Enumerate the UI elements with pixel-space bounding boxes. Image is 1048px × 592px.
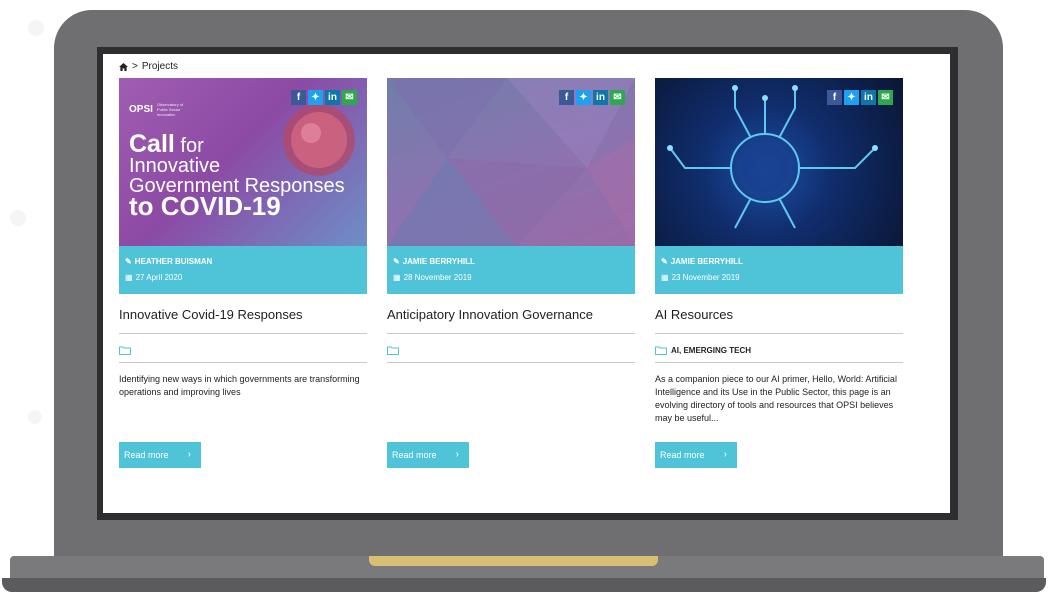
divider (387, 362, 635, 363)
background-dot (28, 410, 42, 424)
linkedin-icon[interactable]: in (861, 90, 876, 105)
card-image[interactable]: f ✦ in ✉ (655, 78, 903, 246)
headline-line: Innovative (129, 155, 221, 177)
card-meta: ✎ JAMIE BERRYHILL ▦ 28 November 2019 (387, 246, 635, 294)
card-title[interactable]: Anticipatory Innovation Governance (387, 307, 635, 323)
read-more-label: Read more (660, 450, 705, 460)
twitter-icon[interactable]: ✦ (308, 90, 323, 105)
card-excerpt (387, 373, 635, 433)
breadcrumb-separator: > (132, 61, 138, 72)
date-text: 23 November 2019 (671, 272, 740, 282)
divider (119, 333, 367, 334)
opsi-logo-text: OPSI (129, 104, 153, 115)
card-date: ▦ 23 November 2019 (655, 270, 903, 284)
folder-icon (387, 346, 399, 355)
pencil-icon: ✎ (661, 256, 668, 266)
card-image[interactable]: OPSI Observatory of Public Sector Innova… (119, 78, 367, 246)
folder-icon (655, 346, 667, 355)
chevron-right-icon: › (723, 449, 727, 460)
facebook-icon[interactable]: f (559, 90, 574, 105)
chevron-right-icon: › (187, 449, 191, 460)
twitter-icon[interactable]: ✦ (576, 90, 591, 105)
facebook-icon[interactable]: f (827, 90, 842, 105)
breadcrumb-current[interactable]: Projects (142, 61, 178, 72)
card-category (119, 340, 367, 360)
headline-for: for (180, 135, 204, 157)
card-image[interactable]: f ✦ in ✉ (387, 78, 635, 246)
folder-icon (119, 346, 131, 355)
share-buttons: f ✦ in ✉ (291, 90, 357, 105)
email-icon[interactable]: ✉ (610, 90, 625, 105)
card-title[interactable]: Innovative Covid-19 Responses (119, 307, 367, 323)
author-name: JAMIE BERRYHILL (402, 256, 475, 266)
background-dot (10, 210, 26, 226)
laptop-base-edge (2, 578, 1046, 592)
card-author[interactable]: ✎ HEATHER BUISMAN (119, 254, 367, 268)
twitter-icon[interactable]: ✦ (844, 90, 859, 105)
calendar-icon: ▦ (393, 272, 401, 282)
card-author[interactable]: ✎ JAMIE BERRYHILL (387, 254, 635, 268)
read-more-button[interactable]: Read more › (655, 442, 737, 468)
read-more-label: Read more (124, 450, 169, 460)
divider (655, 362, 903, 363)
project-card: f ✦ in ✉ ✎ JAMIE BERRYHILL ▦ 23 November… (655, 78, 903, 468)
card-excerpt: Identifying new ways in which government… (119, 374, 360, 397)
opsi-logo: OPSI Observatory of Public Sector Innova… (129, 102, 191, 117)
author-name: JAMIE BERRYHILL (670, 256, 743, 266)
breadcrumb: > Projects (119, 61, 178, 72)
project-card: OPSI Observatory of Public Sector Innova… (119, 78, 367, 468)
card-meta: ✎ JAMIE BERRYHILL ▦ 23 November 2019 (655, 246, 903, 294)
author-name: HEATHER BUISMAN (134, 256, 213, 266)
facebook-icon[interactable]: f (291, 90, 306, 105)
read-more-label: Read more (392, 450, 437, 460)
headline-line: to COVID-19 (129, 191, 281, 221)
read-more-button[interactable]: Read more › (387, 442, 469, 468)
headline-call: Call (129, 130, 175, 158)
chevron-right-icon: › (455, 449, 459, 460)
share-buttons: f ✦ in ✉ (559, 90, 625, 105)
card-date: ▦ 28 November 2019 (387, 270, 635, 284)
card-author[interactable]: ✎ JAMIE BERRYHILL (655, 254, 903, 268)
laptop-hinge-notch (369, 556, 658, 566)
linkedin-icon[interactable]: in (593, 90, 608, 105)
card-date: ▦ 27 April 2020 (119, 270, 367, 284)
card-category: AI, EMERGING TECH (655, 340, 903, 360)
opsi-logo-subtitle: Observatory of Public Sector Innovation (156, 102, 184, 117)
category-text[interactable]: AI, EMERGING TECH (671, 346, 751, 355)
project-card: f ✦ in ✉ ✎ JAMIE BERRYHILL ▦ 28 November… (387, 78, 635, 468)
card-meta: ✎ HEATHER BUISMAN ▦ 27 April 2020 (119, 246, 367, 294)
image-headline: Call for Innovative Government Responses… (129, 132, 345, 221)
browser-screen: > Projects OPSI Observatory of Public Se… (103, 54, 950, 513)
date-text: 28 November 2019 (403, 272, 472, 282)
card-category (387, 340, 635, 360)
divider (655, 333, 903, 334)
share-buttons: f ✦ in ✉ (827, 90, 893, 105)
calendar-icon: ▦ (661, 272, 669, 282)
background-dot (28, 20, 44, 36)
divider (119, 362, 367, 363)
pencil-icon: ✎ (125, 256, 132, 266)
read-more-button[interactable]: Read more › (119, 442, 201, 468)
card-title[interactable]: AI Resources (655, 307, 903, 323)
email-icon[interactable]: ✉ (878, 90, 893, 105)
home-icon[interactable] (119, 62, 128, 71)
linkedin-icon[interactable]: in (325, 90, 340, 105)
calendar-icon: ▦ (125, 272, 133, 282)
divider (387, 333, 635, 334)
pencil-icon: ✎ (393, 256, 400, 266)
card-excerpt: As a companion piece to our AI primer, H… (655, 374, 897, 423)
date-text: 27 April 2020 (135, 272, 183, 282)
email-icon[interactable]: ✉ (342, 90, 357, 105)
